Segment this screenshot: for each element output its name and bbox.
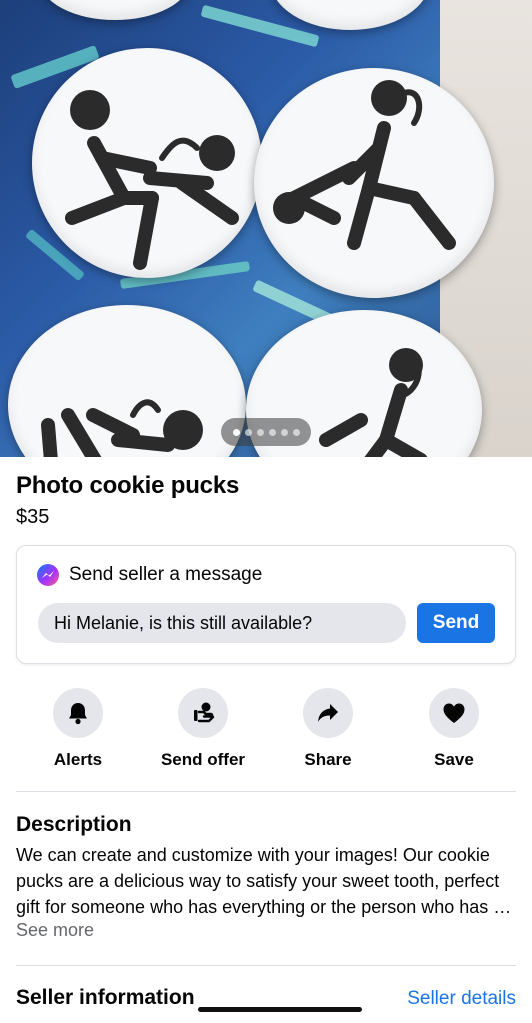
- bell-icon: [69, 703, 87, 725]
- divider: [16, 965, 516, 966]
- message-heading-text: Send seller a message: [69, 564, 263, 585]
- seller-info-heading: Seller information: [16, 986, 195, 1009]
- listing-photo[interactable]: [0, 0, 532, 457]
- alerts-label: Alerts: [53, 750, 103, 769]
- pager-dot[interactable]: [244, 428, 252, 436]
- pager-dot[interactable]: [256, 428, 264, 436]
- seller-details-link[interactable]: Seller details: [407, 988, 516, 1010]
- share-button[interactable]: Share: [273, 688, 383, 770]
- description-heading: Description: [16, 813, 132, 836]
- cookie-puck: [8, 305, 246, 457]
- pager-dot-active[interactable]: [232, 428, 240, 436]
- cookie-puck: [32, 48, 262, 278]
- photo-pager[interactable]: [221, 418, 311, 446]
- listing-price: $35: [16, 506, 50, 528]
- pager-dot[interactable]: [280, 428, 288, 436]
- save-label: Save: [434, 750, 474, 769]
- see-more-link[interactable]: See more: [16, 920, 94, 941]
- send-button[interactable]: Send: [417, 603, 495, 643]
- home-indicator[interactable]: [198, 1007, 362, 1012]
- heart-icon: [443, 703, 465, 723]
- description-text: We can create and customize with your im…: [16, 845, 504, 917]
- share-icon: [318, 704, 338, 722]
- alerts-button[interactable]: Alerts: [23, 688, 133, 770]
- send-offer-label: Send offer: [160, 750, 246, 769]
- message-seller-card: Send seller a message Send: [16, 545, 516, 664]
- cookie-puck: [254, 68, 494, 298]
- send-offer-button[interactable]: Send offer: [148, 688, 258, 770]
- pager-dot[interactable]: [292, 428, 300, 436]
- save-button[interactable]: Save: [399, 688, 509, 770]
- listing-title: Photo cookie pucks: [16, 472, 240, 499]
- message-seller-heading: Send seller a message: [37, 564, 262, 586]
- send-offer-icon: [194, 702, 215, 723]
- messenger-icon: [37, 564, 59, 586]
- divider: [16, 791, 516, 792]
- pager-dot[interactable]: [268, 428, 276, 436]
- share-label: Share: [304, 750, 352, 769]
- action-bar: Alerts Send offer Share Save: [0, 688, 532, 778]
- message-input[interactable]: [38, 603, 406, 643]
